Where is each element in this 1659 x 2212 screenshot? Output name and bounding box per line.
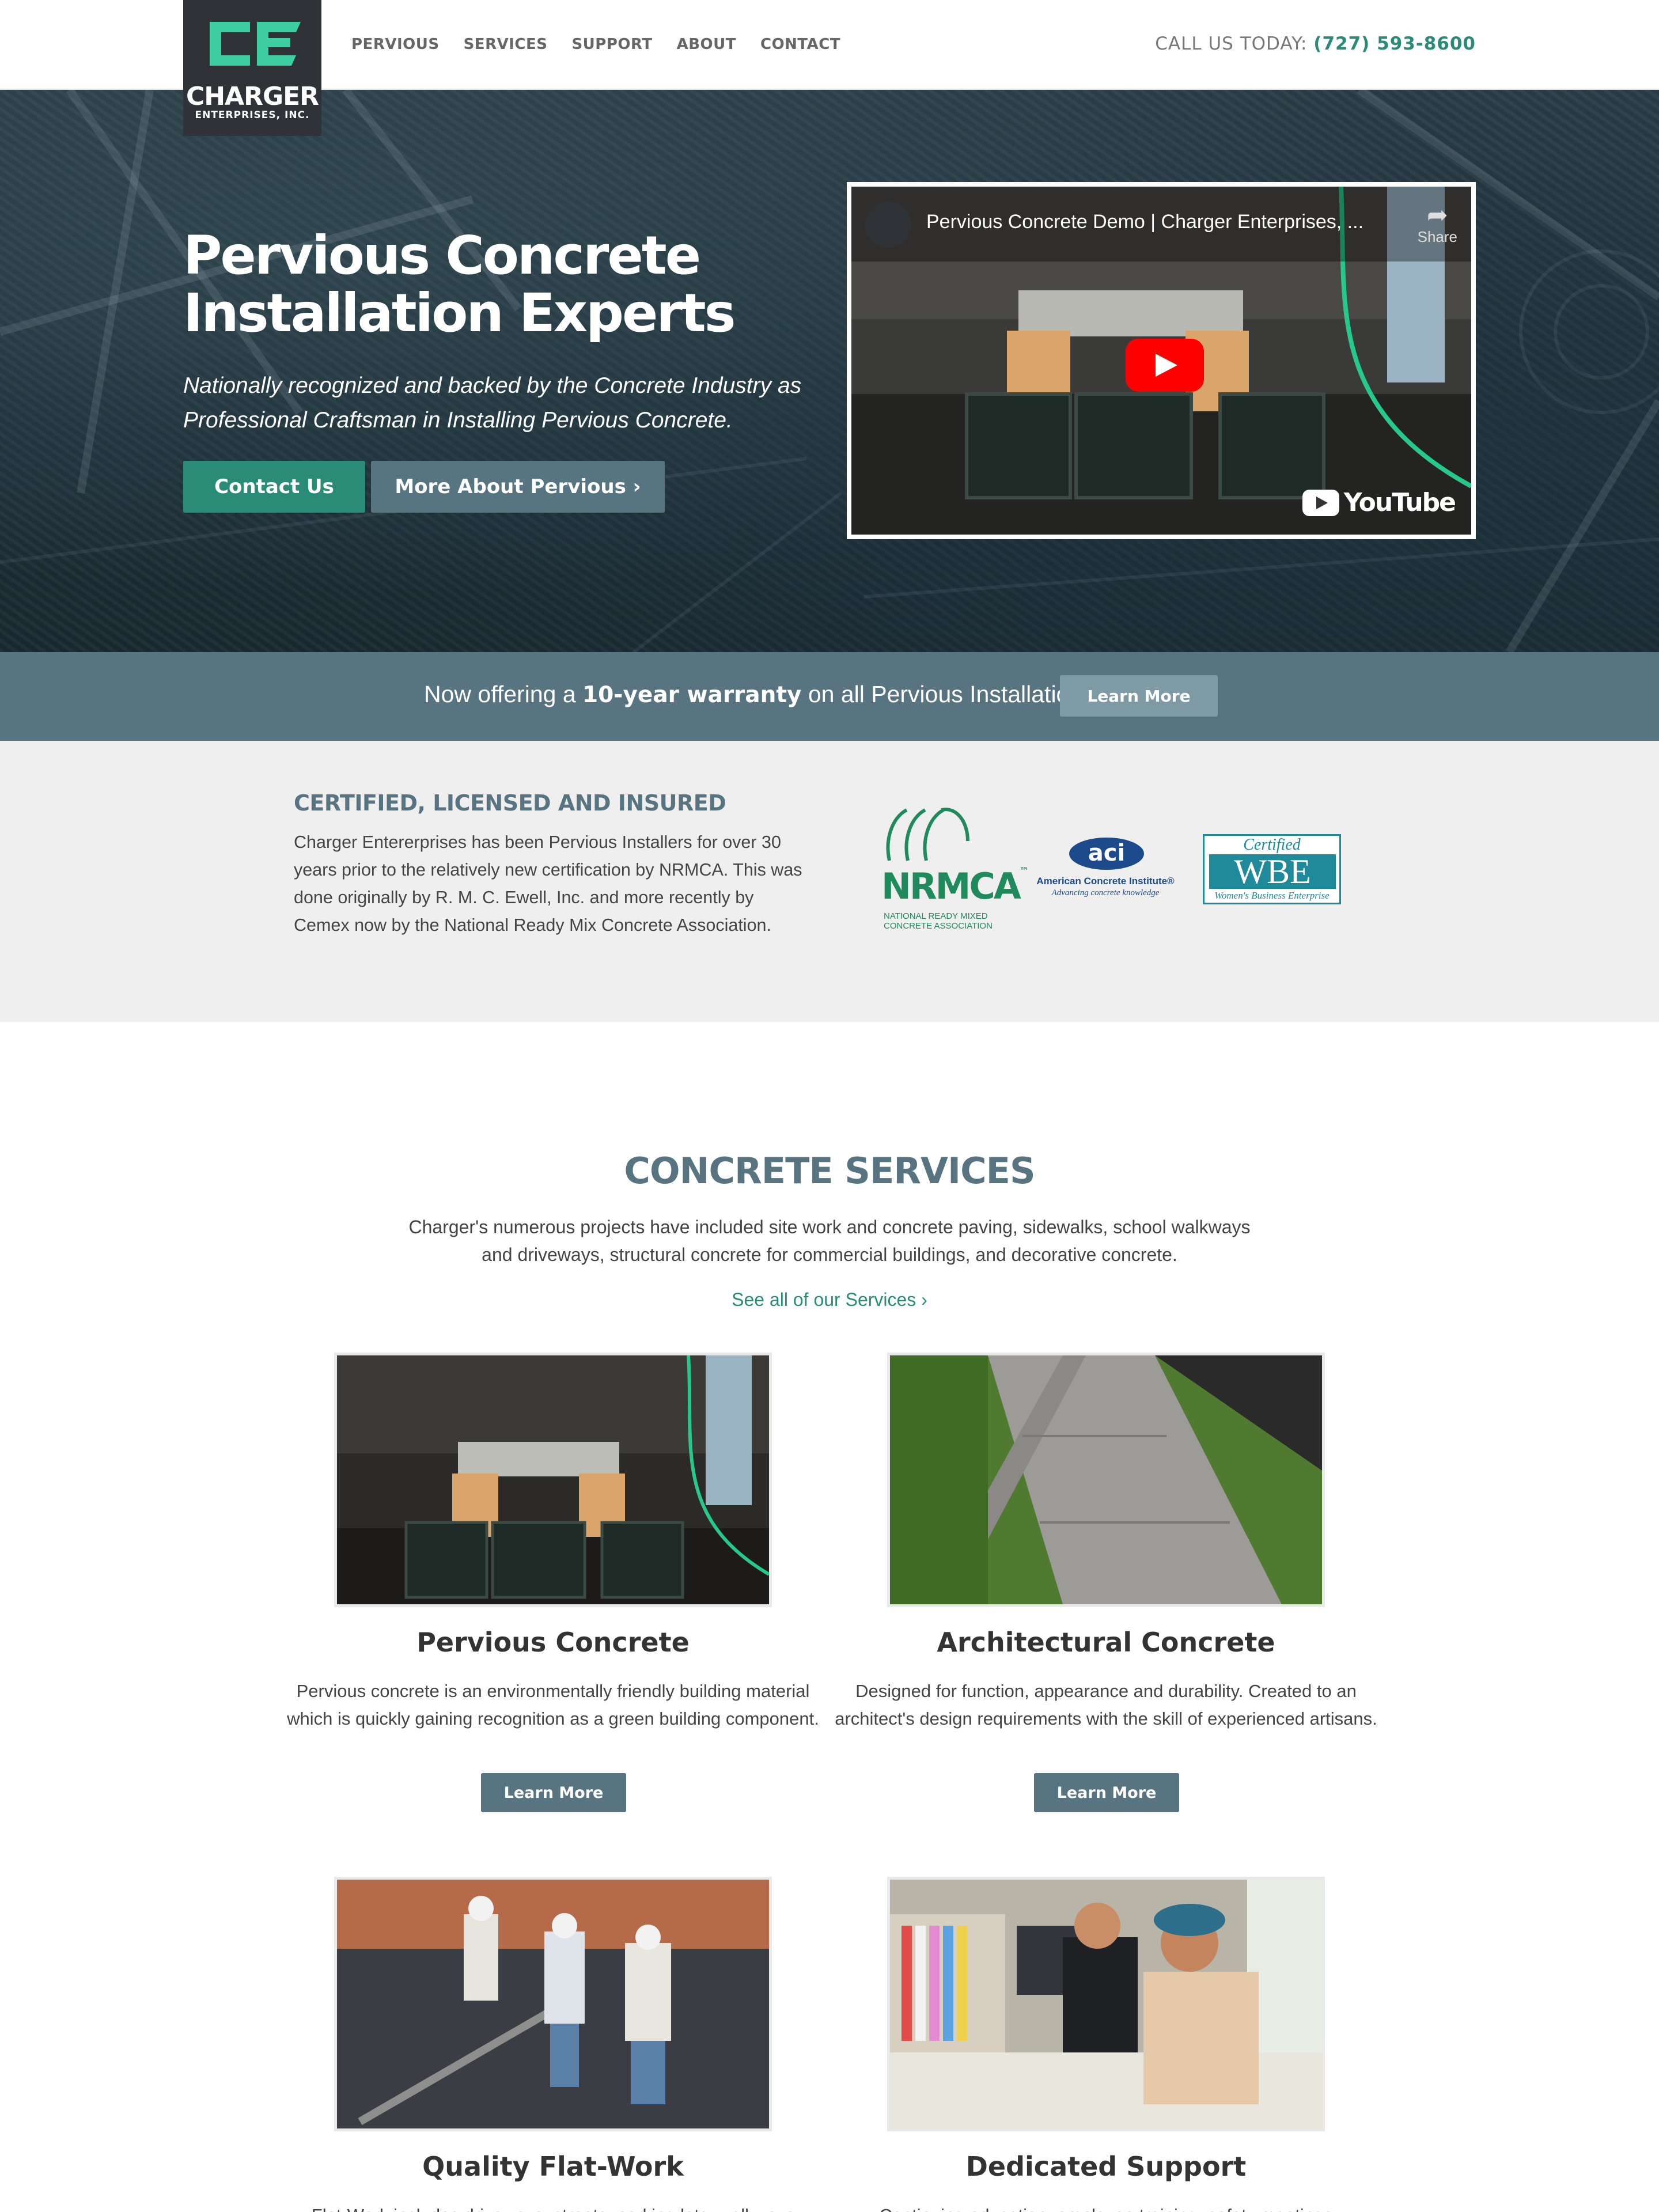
youtube-wordmark: YouTube [1343, 488, 1456, 517]
nrmca-logo: NRMCA™ NATIONAL READY MIXED CONCRETE ASS… [881, 805, 1029, 932]
nav-pervious[interactable]: PERVIOUS [351, 36, 440, 53]
flatwork-image[interactable] [334, 1877, 772, 2131]
share-icon: ➦ [1426, 201, 1448, 229]
logo-subtitle: ENTERPRISES, INC. [195, 109, 310, 121]
service-card-pervious: Pervious Concrete Pervious concrete is a… [276, 1353, 830, 1825]
nav-about[interactable]: ABOUT [677, 36, 736, 53]
aci-name: American Concrete Institute® [1036, 876, 1175, 887]
hero-title: Pervious Concrete Installation Experts [183, 227, 817, 342]
video-title[interactable]: Pervious Concrete Demo | Charger Enterpr… [926, 211, 1363, 233]
nav-support[interactable]: SUPPORT [571, 36, 652, 53]
architectural-concrete-image[interactable] [887, 1353, 1325, 1607]
wbe-wordmark: WBE [1209, 854, 1336, 889]
phone-label: CALL US TODAY: [1155, 33, 1308, 54]
nav-services[interactable]: SERVICES [464, 36, 548, 53]
pervious-concrete-image[interactable] [334, 1353, 772, 1607]
hero-section: Pervious Concrete Installation Experts Na… [0, 90, 1659, 652]
warranty-text-start: Now offering a [424, 681, 583, 707]
nrmca-arcs-icon [886, 808, 969, 861]
youtube-logo-link[interactable]: YouTube [1302, 488, 1456, 517]
wbe-certified-label: Certified [1243, 836, 1301, 854]
nrmca-trademark: ™ [1019, 865, 1029, 876]
service-card-title: Architectural Concrete [937, 1627, 1275, 1658]
service-card-title: Dedicated Support [965, 2151, 1247, 2182]
more-about-pervious-button[interactable]: More About Pervious › [371, 461, 665, 513]
wbe-logo: Certified WBE Women's Business Enterpris… [1203, 834, 1341, 904]
share-label: Share [1417, 228, 1457, 245]
youtube-play-icon [1302, 489, 1339, 516]
aci-tagline: Advancing concrete knowledge [1051, 888, 1160, 897]
office-team-photo [890, 1880, 1322, 2128]
warranty-text: Now offering a 10-year warranty on all P… [424, 681, 1101, 708]
certification-section: CERTIFIED, LICENSED AND INSURED Charger … [0, 741, 1659, 1022]
warranty-highlight: 10-year warranty [582, 682, 802, 708]
dedicated-support-image[interactable] [887, 1877, 1325, 2131]
service-card-title: Quality Flat-Work [422, 2151, 684, 2182]
sidewalk-photo [890, 1355, 1322, 1604]
service-card-text: Flat-Work includes driveways, streets, p… [276, 2202, 830, 2212]
services-intro: Charger's numerous projects have include… [408, 1217, 1251, 1265]
nrmca-wordmark: NRMCA™ [881, 865, 1029, 907]
warranty-text-end: on all Pervious Installations! [801, 681, 1101, 707]
services-title: CONCRETE SERVICES [624, 1150, 1035, 1192]
channel-avatar[interactable] [865, 202, 911, 248]
youtube-video-embed[interactable]: Pervious Concrete Demo | Charger Enterpr… [847, 182, 1476, 539]
architectural-learn-more-button[interactable]: Learn More [1034, 1773, 1179, 1812]
aci-mark: aci [1069, 838, 1144, 870]
main-nav: PERVIOUS SERVICES SUPPORT ABOUT CONTACT [351, 36, 865, 53]
charger-logo-mark-icon [210, 22, 301, 66]
certification-body: Charger Entererprises has been Pervious … [294, 832, 802, 935]
contact-us-button[interactable]: Contact Us [183, 461, 365, 513]
warranty-learn-more-button[interactable]: Learn More [1060, 675, 1218, 717]
aci-logo: aci American Concrete Institute® Advanci… [1035, 838, 1176, 904]
flatwork-crew-photo [337, 1880, 769, 2128]
phone-callout: CALL US TODAY: (727) 593-8600 [1155, 33, 1476, 54]
hero-title-line-1: Pervious Concrete [183, 225, 701, 286]
nrmca-word: NRMCA [881, 865, 1021, 907]
hero-title-line-2: Installation Experts [183, 282, 736, 344]
service-card-support: Dedicated Support Continuing education, … [830, 1877, 1382, 2212]
nrmca-caption: NATIONAL READY MIXED CONCRETE ASSOCIATIO… [884, 911, 993, 931]
pervious-demo-photo [337, 1355, 769, 1604]
hero-subtitle: Nationally recognized and backed by the … [183, 373, 802, 433]
logo-name: CHARGER [185, 82, 319, 111]
play-button-icon[interactable] [1126, 339, 1204, 392]
service-card-flatwork: Quality Flat-Work Flat-Work includes dri… [276, 1877, 830, 2212]
nav-contact[interactable]: CONTACT [760, 36, 840, 53]
certification-heading: CERTIFIED, LICENSED AND INSURED [294, 790, 726, 816]
service-card-text: Designed for function, appearance and du… [835, 1681, 1377, 1729]
service-card-title: Pervious Concrete [416, 1627, 690, 1658]
service-card-architectural: Architectural Concrete Designed for func… [830, 1353, 1382, 1825]
pervious-learn-more-button[interactable]: Learn More [481, 1773, 626, 1812]
share-button[interactable]: ➦ Share [1418, 203, 1457, 246]
wbe-caption: Women's Business Enterprise [1214, 890, 1330, 901]
site-logo[interactable]: CHARGER ENTERPRISES, INC. [183, 0, 321, 136]
see-all-services-link[interactable]: See all of our Services › [0, 1289, 1659, 1310]
warranty-banner: Now offering a 10-year warranty on all P… [0, 652, 1659, 741]
service-card-text: Pervious concrete is an environmentally … [287, 1681, 819, 1729]
phone-number-link[interactable]: (727) 593-8600 [1313, 33, 1476, 54]
service-card-text: Continuing education, employee training,… [830, 2202, 1382, 2212]
